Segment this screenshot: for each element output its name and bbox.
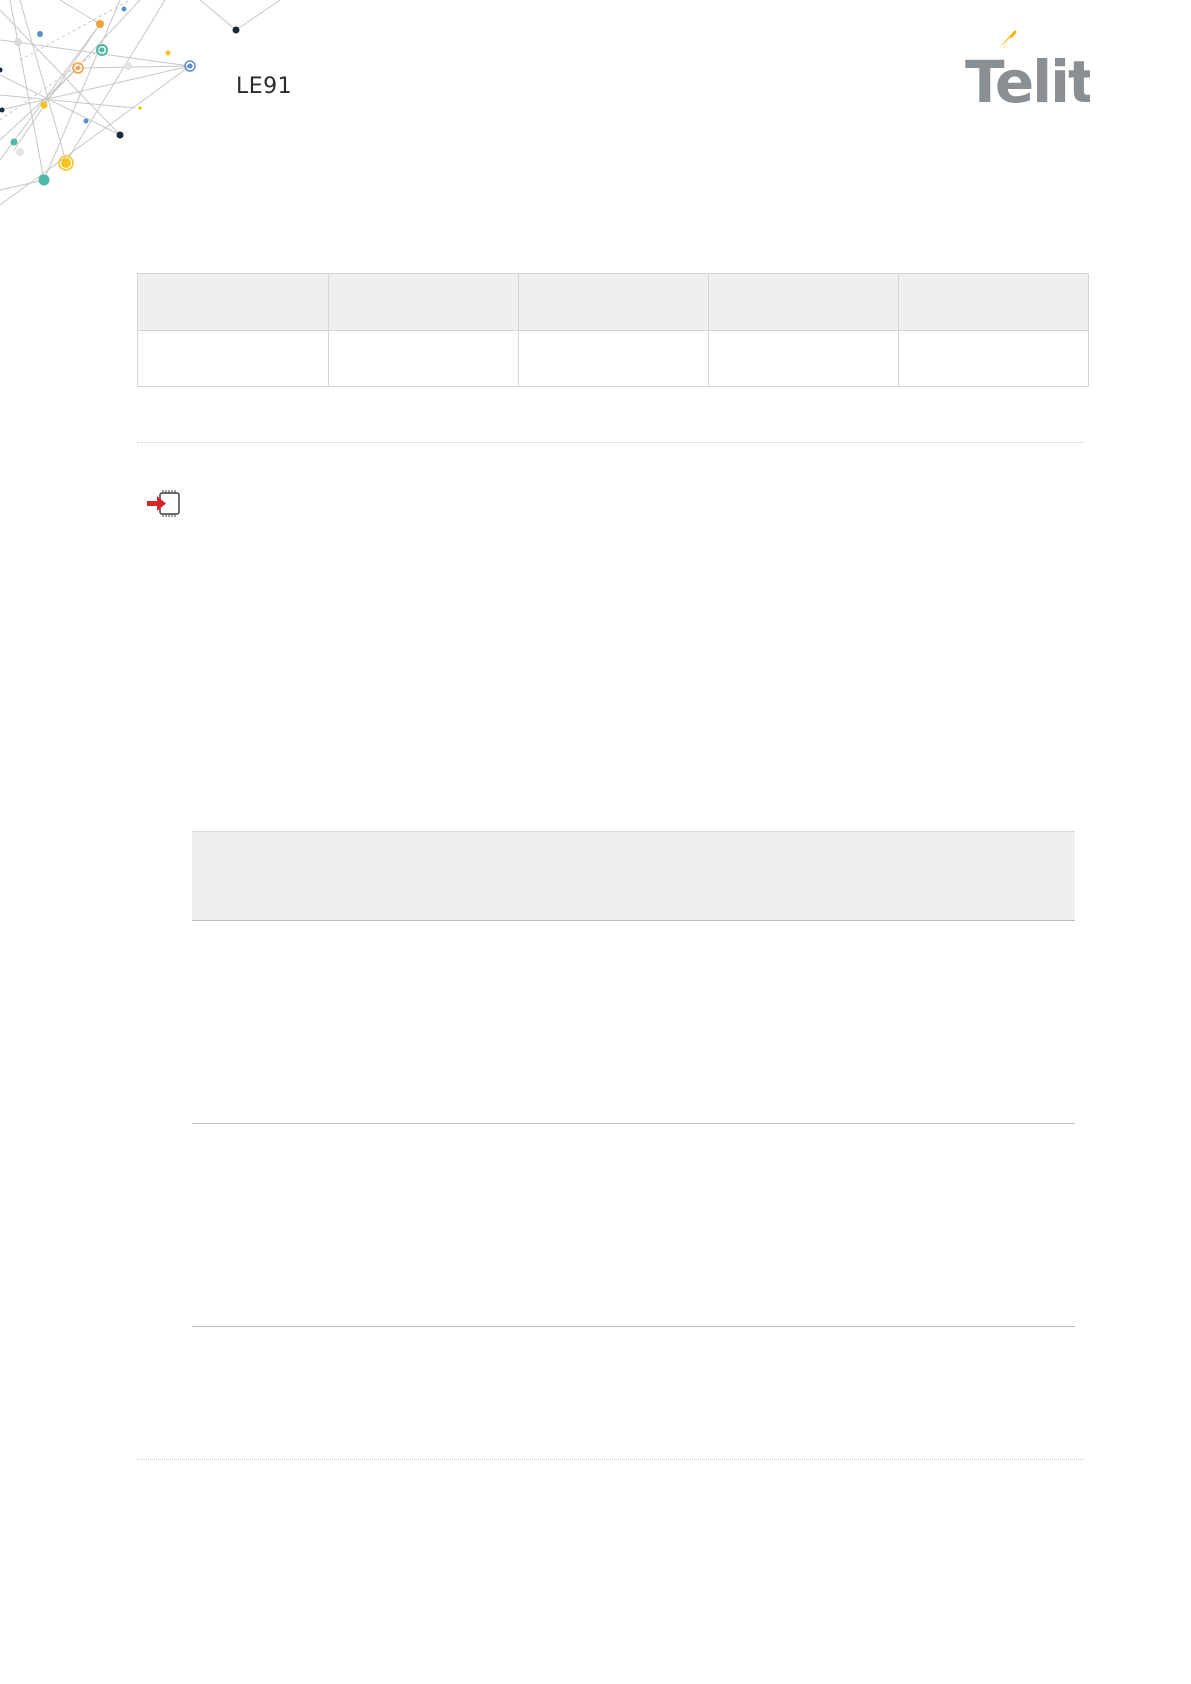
svg-text:Telit: Telit: [965, 48, 1090, 108]
table-cell: [898, 330, 1089, 387]
document-title: LE91: [236, 74, 293, 99]
telit-logo: Telit: [965, 30, 1090, 108]
table-header-row: [137, 273, 1089, 331]
parameter-table: [192, 831, 1075, 1327]
table-row: [137, 330, 1089, 387]
table-row: [192, 1124, 1075, 1327]
section-divider: [137, 1459, 1083, 1460]
table-cell: [137, 330, 329, 387]
parameter-table-header: [192, 831, 1075, 921]
module-arrow-icon: [147, 490, 180, 517]
properties-table: [137, 273, 1089, 387]
header-cell: [137, 273, 329, 331]
table-cell: [518, 330, 709, 387]
header-cell: [518, 273, 709, 331]
table-cell: [708, 330, 899, 387]
header-cell: [328, 273, 519, 331]
section-divider: [137, 442, 1083, 443]
header-cell: [898, 273, 1089, 331]
header-cell: [708, 273, 899, 331]
table-row: [192, 921, 1075, 1124]
table-cell: [328, 330, 519, 387]
network-decoration: [0, 0, 281, 206]
